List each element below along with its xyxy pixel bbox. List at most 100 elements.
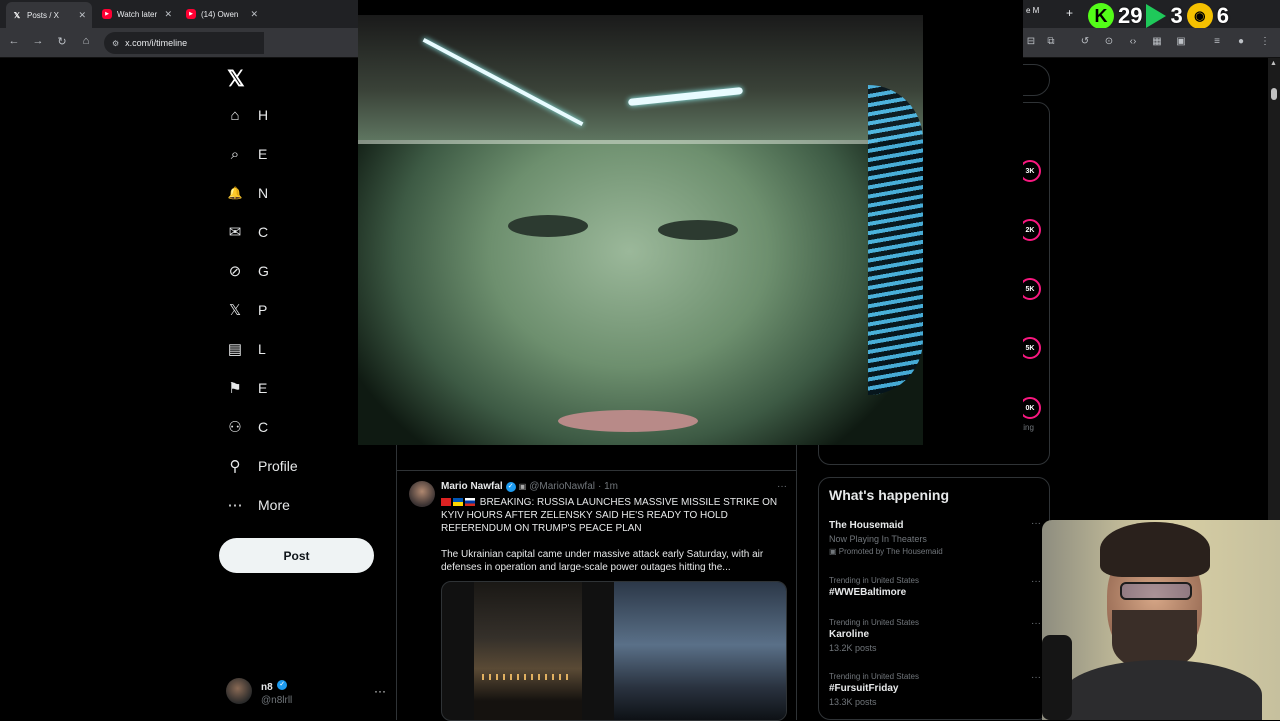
reload-icon[interactable]: ↻	[54, 35, 70, 48]
trend-title: #WWEBaltimore	[829, 587, 907, 598]
tab-title: Posts / X	[27, 10, 60, 20]
play-icon	[1146, 4, 1167, 28]
url-text: x.com/i/timeline	[125, 38, 188, 48]
post-headline: BREAKING: RUSSIA LAUNCHES MASSIVE MISSIL…	[441, 496, 787, 535]
tab-owen[interactable]: ▶ (14) Owen ✕	[180, 3, 264, 25]
trend-item[interactable]: Trending in United States #WWEBaltimore …	[829, 576, 1041, 598]
nav-grok[interactable]: ⊘ G	[226, 262, 269, 280]
trend-meta: Trending in United States	[829, 672, 919, 681]
trend-meta: Trending in United States	[829, 576, 919, 585]
avatar	[226, 678, 252, 704]
trend-title: Karoline	[829, 629, 870, 640]
post[interactable]: Mario Nawfal ✓ ▣ @MarioNawfal · 1m ··· B…	[397, 470, 797, 721]
site-info-icon[interactable]: ⚙	[112, 39, 119, 48]
nav-profile[interactable]: ⚲ Profile	[226, 457, 298, 475]
trend-more-icon[interactable]: ···	[1031, 576, 1041, 587]
nav-home[interactable]: ⌂ H	[226, 106, 268, 124]
stream-stats-overlay: K 29 3 ◉ 6	[1088, 2, 1229, 30]
post-more-icon[interactable]: ···	[777, 481, 787, 492]
cast-icon[interactable]: ▣	[1174, 36, 1188, 47]
capture-icon[interactable]: ⊙	[1102, 36, 1116, 47]
nav-label: Profile	[258, 458, 298, 474]
video-frame-face	[358, 15, 923, 445]
address-bar[interactable]: ⚙ x.com/i/timeline	[104, 32, 264, 54]
trend-meta: Trending in United States	[829, 618, 919, 627]
kick-icon: K	[1088, 3, 1114, 29]
back-icon[interactable]: ←	[6, 35, 22, 47]
trend-title: The Housemaid	[829, 520, 904, 531]
post-headline-text: BREAKING: RUSSIA LAUNCHES MASSIVE MISSIL…	[441, 497, 778, 534]
x-logo-icon[interactable]: 𝕏	[227, 66, 245, 92]
nav-label: N	[258, 185, 269, 201]
user-handle: @n8lrll	[261, 694, 293, 706]
post-media[interactable]	[441, 581, 787, 721]
nav-more[interactable]: ⋯ More	[226, 496, 290, 514]
nav-notifications[interactable]: 🔔 N	[226, 184, 269, 202]
menu-icon[interactable]: ⋮	[1258, 36, 1272, 47]
city-lights	[482, 674, 572, 680]
account-switcher[interactable]: n8 ✓ @n8lrll ···	[226, 676, 386, 706]
ukraine-flag-icon	[453, 498, 463, 507]
trend-item[interactable]: Trending in United States Karoline 13.2K…	[829, 618, 1041, 653]
tab-title: Watch later	[117, 9, 158, 19]
post-button[interactable]: Post	[219, 538, 374, 573]
trend-item[interactable]: The Housemaid Now Playing In Theaters ▣ …	[829, 518, 1041, 556]
tab-posts-x[interactable]: 𝕏 Posts / X ✕	[6, 2, 92, 28]
trend-count: 13.3K posts	[829, 697, 877, 707]
home-browser-icon[interactable]: ⌂	[78, 35, 94, 47]
trend-item[interactable]: Trending in United States #FursuitFriday…	[829, 672, 1041, 707]
search-icon: ⌕	[230, 145, 240, 163]
siren-icon	[441, 498, 451, 507]
profile-icon: ⚲	[229, 458, 241, 475]
trend-subtitle: Now Playing In Theaters	[829, 534, 927, 544]
nav-label: C	[258, 224, 269, 240]
trend-title: #FursuitFriday	[829, 683, 899, 694]
webcam-shirt	[1062, 660, 1262, 720]
more-options-icon[interactable]: ···	[374, 684, 386, 698]
reader-icon[interactable]: ▦	[1150, 36, 1164, 47]
webcam-feed	[1042, 520, 1280, 720]
trend-promoted: ▣ Promoted by The Housemaid	[829, 547, 1041, 556]
post-time[interactable]: · 1m	[598, 481, 618, 492]
tab-title: (14) Owen	[201, 9, 239, 19]
close-icon[interactable]: ✕	[164, 9, 172, 20]
nav-label: H	[258, 107, 269, 123]
post-author[interactable]: Mario Nawfal	[441, 481, 503, 492]
panel-title: What's happening	[829, 487, 949, 503]
post-handle[interactable]: @MarioNawfal	[529, 481, 595, 492]
x-logo-icon: 𝕏	[13, 10, 21, 20]
tab-watch-later[interactable]: ▶ Watch later ✕	[96, 3, 178, 25]
scroll-up-icon[interactable]: ▲	[1270, 60, 1277, 67]
nav-bookmarks[interactable]: ⚑ E	[226, 379, 267, 397]
history-icon[interactable]: ↺	[1078, 36, 1092, 47]
forward-icon[interactable]: →	[30, 35, 46, 47]
nav-communities[interactable]: ⚇ C	[226, 418, 268, 436]
nav-chat[interactable]: ✉ C	[226, 223, 268, 241]
queue-icon[interactable]: ≡	[1210, 36, 1224, 47]
new-tab-button[interactable]: +	[1066, 6, 1073, 20]
scrollbar-thumb[interactable]	[1271, 88, 1277, 100]
close-icon[interactable]: ✕	[250, 9, 258, 20]
post-avatar[interactable]	[409, 481, 435, 507]
nav-label: G	[258, 263, 269, 279]
nav-lists[interactable]: ▤ L	[226, 340, 266, 358]
extension-icon[interactable]: ⊟	[1024, 36, 1038, 47]
puzzle-icon[interactable]: ⧉	[1044, 36, 1058, 47]
nav-label: E	[258, 380, 268, 396]
trend-promo-text: Promoted by The Housemaid	[838, 547, 943, 556]
avatar-icon[interactable]: ●	[1234, 36, 1248, 47]
nav-premium[interactable]: 𝕏P	[226, 301, 267, 319]
trend-more-icon[interactable]: ···	[1031, 618, 1041, 629]
trend-more-icon[interactable]: ···	[1031, 518, 1041, 529]
close-icon[interactable]: ✕	[78, 10, 86, 21]
grok-icon: ⊘	[228, 263, 242, 280]
nav-explore[interactable]: ⌕ E	[226, 145, 268, 163]
code-icon[interactable]: ‹›	[1126, 36, 1140, 47]
trend-more-icon[interactable]: ···	[1031, 672, 1041, 683]
media-image-skyline	[614, 582, 786, 720]
video-glitch-band	[358, 140, 878, 144]
bell-icon: 🔔	[227, 186, 243, 200]
partial-tab-title[interactable]: e M	[1026, 6, 1039, 15]
post-body: The Ukrainian capital came under massive…	[441, 549, 764, 573]
media-image-city-night	[474, 582, 582, 720]
